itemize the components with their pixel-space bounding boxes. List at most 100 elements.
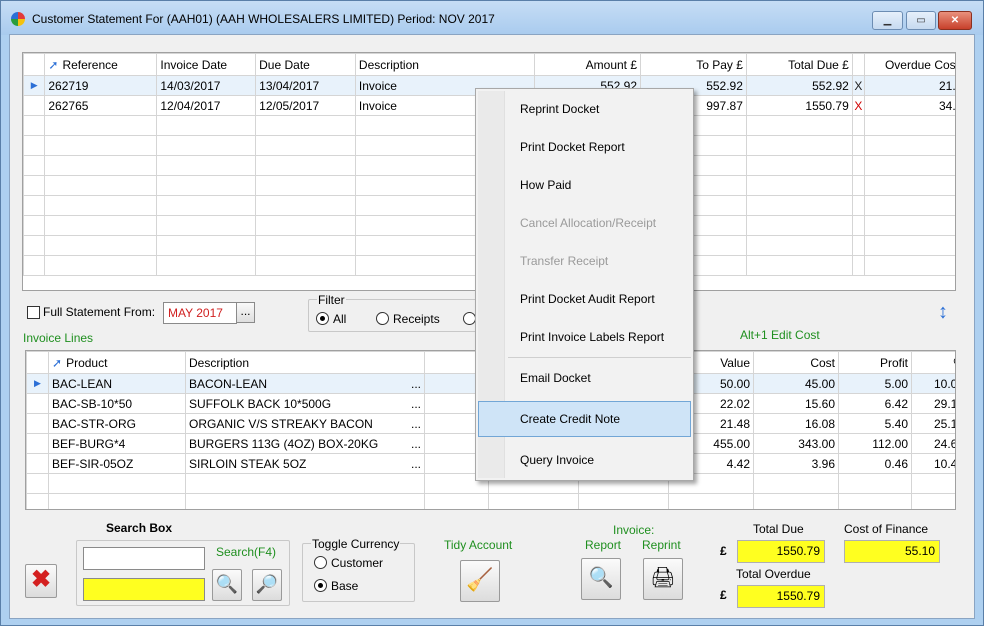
cell-overdue-cost[interactable]: 21.07 xyxy=(864,75,955,96)
col-due-date[interactable]: Due Date xyxy=(255,53,356,76)
menu-item-transfer-receipt: Transfer Receipt xyxy=(520,254,609,268)
cell-total-due[interactable]: 1550.79 xyxy=(745,95,853,116)
total-due-label: Total Due xyxy=(753,522,804,536)
line-more-button[interactable]: ... xyxy=(411,417,421,431)
currency-base-label: Base xyxy=(331,579,359,593)
cell-product[interactable]: BAC-LEAN xyxy=(48,373,186,394)
title-bar[interactable]: Customer Statement For (AAH01) (AAH WHOL… xyxy=(1,1,983,35)
col-amount[interactable]: Amount £ xyxy=(534,53,642,76)
col-product[interactable]: ➚ Product xyxy=(48,351,186,374)
cell-profit[interactable]: 5.40 xyxy=(838,413,912,434)
total-overdue-value: 1550.79 xyxy=(737,585,825,608)
cell-profit[interactable]: 112.00 xyxy=(838,433,912,454)
cell-profit[interactable]: 6.42 xyxy=(838,393,912,414)
cell-line-description[interactable]: SIRLOIN STEAK 5OZ... xyxy=(185,453,425,474)
invoice-reprint-button[interactable]: 🖨 xyxy=(643,558,683,600)
search-input-secondary[interactable] xyxy=(83,578,205,601)
line-more-button[interactable]: ... xyxy=(411,457,421,471)
resize-splitter-icon[interactable]: ↕ xyxy=(938,301,948,324)
filter-all-radio[interactable] xyxy=(316,312,329,325)
full-statement-period[interactable]: MAY 2017 xyxy=(163,302,237,324)
cell-total-due[interactable]: 552.92 xyxy=(745,75,853,96)
col-overdue-cost[interactable]: Overdue Cost £ xyxy=(864,53,955,76)
magnifier-icon: 🔍 xyxy=(215,574,239,594)
menu-item-create-credit-note[interactable]: Create Credit Note xyxy=(478,401,691,437)
cell-reference[interactable]: 262719 xyxy=(44,75,158,96)
cell-invoice-date[interactable]: 12/04/2017 xyxy=(156,95,257,116)
cell-line-description[interactable]: ORGANIC V/S STREAKY BACON... xyxy=(185,413,425,434)
currency-customer-radio[interactable] xyxy=(314,556,327,569)
col-to-pay[interactable]: To Pay £ xyxy=(640,53,747,76)
cell-due-date[interactable]: 13/04/2017 xyxy=(255,75,356,96)
close-button[interactable]: ✕ xyxy=(938,11,972,30)
invoice-report-button[interactable]: 🔍 xyxy=(581,558,621,600)
cell-flag[interactable]: X xyxy=(851,75,866,96)
maximize-button[interactable]: ▭ xyxy=(906,11,936,30)
cell-line-description[interactable]: SUFFOLK BACK 10*500G... xyxy=(185,393,425,414)
col-invoice-date[interactable]: Invoice Date xyxy=(156,53,257,76)
cell-product[interactable]: BAC-STR-ORG xyxy=(48,413,186,434)
cell-profit[interactable]: 5.00 xyxy=(838,373,912,394)
line-more-button[interactable]: ... xyxy=(411,437,421,451)
cell-profit[interactable]: 0.46 xyxy=(838,453,912,474)
cell-flag[interactable]: X xyxy=(851,95,866,116)
cell-cost[interactable]: 16.08 xyxy=(753,413,839,434)
close-statement-button[interactable]: ✖ xyxy=(25,564,57,598)
cell-percent[interactable]: 24.61 xyxy=(911,433,955,454)
cell-cost[interactable]: 45.00 xyxy=(753,373,839,394)
search-f4-label: Search(F4) xyxy=(216,545,277,559)
full-statement-checkbox[interactable] xyxy=(27,306,40,319)
menu-item-cancel-allocation: Cancel Allocation/Receipt xyxy=(520,216,657,230)
line-description-text: SIRLOIN STEAK 5OZ xyxy=(189,456,307,471)
menu-item-print-invoice-labels[interactable]: Print Invoice Labels Report xyxy=(478,319,691,355)
line-more-button[interactable]: ... xyxy=(411,397,421,411)
cell-product[interactable]: BEF-BURG*4 xyxy=(48,433,186,454)
cell-due-date[interactable]: 12/05/2017 xyxy=(255,95,356,116)
search-button[interactable]: 🔍 xyxy=(212,569,242,601)
line-description-text: SUFFOLK BACK 10*500G xyxy=(189,396,332,411)
period-picker-button[interactable]: ... xyxy=(236,302,255,323)
line-more-button[interactable]: ... xyxy=(411,377,421,391)
cell-percent[interactable]: 25.13 xyxy=(911,413,955,434)
cell-cost[interactable]: 15.60 xyxy=(753,393,839,414)
menu-item-print-docket-audit[interactable]: Print Docket Audit Report xyxy=(478,281,691,317)
menu-item-reprint-docket[interactable]: Reprint Docket xyxy=(478,91,691,127)
cell-overdue-cost[interactable]: 34.03 xyxy=(864,95,955,116)
row-indicator-header xyxy=(26,351,49,374)
currency-base-radio[interactable] xyxy=(314,579,327,592)
total-due-value: 1550.79 xyxy=(737,540,825,563)
col-reference[interactable]: ➚ Reference xyxy=(44,53,158,76)
cell-cost[interactable]: 343.00 xyxy=(753,433,839,454)
cell-invoice-date[interactable]: 14/03/2017 xyxy=(156,75,257,96)
menu-item-query-invoice[interactable]: Query Invoice xyxy=(478,442,691,478)
total-due-currency: £ xyxy=(720,544,727,558)
cell-line-description[interactable]: BURGERS 113G (4OZ) BOX-20KG... xyxy=(185,433,425,454)
tidy-account-button[interactable]: 🧹 xyxy=(460,560,500,602)
filter-receipts-label: Receipts xyxy=(393,312,440,326)
col-total-due[interactable]: Total Due £ xyxy=(745,53,853,76)
cell-reference[interactable]: 262765 xyxy=(44,95,158,116)
cell-cost[interactable]: 3.96 xyxy=(753,453,839,474)
cell-percent[interactable]: 10.00 xyxy=(911,373,955,394)
menu-item-print-docket-report[interactable]: Print Docket Report xyxy=(478,129,691,165)
filter-receipts-radio[interactable] xyxy=(376,312,389,325)
cell-percent[interactable]: 10.40 xyxy=(911,453,955,474)
minimize-button[interactable]: ▁ xyxy=(872,11,903,30)
col-cost[interactable]: Cost xyxy=(753,351,839,374)
report-label: Report xyxy=(585,538,622,552)
cell-percent[interactable]: 29.15 xyxy=(911,393,955,414)
cell-line-description[interactable]: BACON-LEAN... xyxy=(185,373,425,394)
col-percent[interactable]: % xyxy=(911,351,955,374)
col-line-description[interactable]: Description xyxy=(185,351,425,374)
broom-icon: 🧹 xyxy=(466,567,494,592)
statement-header-row: ➚ Reference Invoice Date Due Date Descrip… xyxy=(23,53,955,76)
col-flag[interactable] xyxy=(851,53,866,76)
col-profit[interactable]: Profit xyxy=(838,351,912,374)
cell-product[interactable]: BEF-SIR-05OZ xyxy=(48,453,186,474)
search-input[interactable] xyxy=(83,547,205,570)
menu-item-how-paid[interactable]: How Paid xyxy=(478,167,691,203)
search-advanced-button[interactable]: 🔎 xyxy=(252,569,282,601)
cell-product[interactable]: BAC-SB-10*50 xyxy=(48,393,186,414)
menu-item-email-docket[interactable]: Email Docket xyxy=(478,360,691,396)
col-description[interactable]: Description xyxy=(354,53,536,76)
